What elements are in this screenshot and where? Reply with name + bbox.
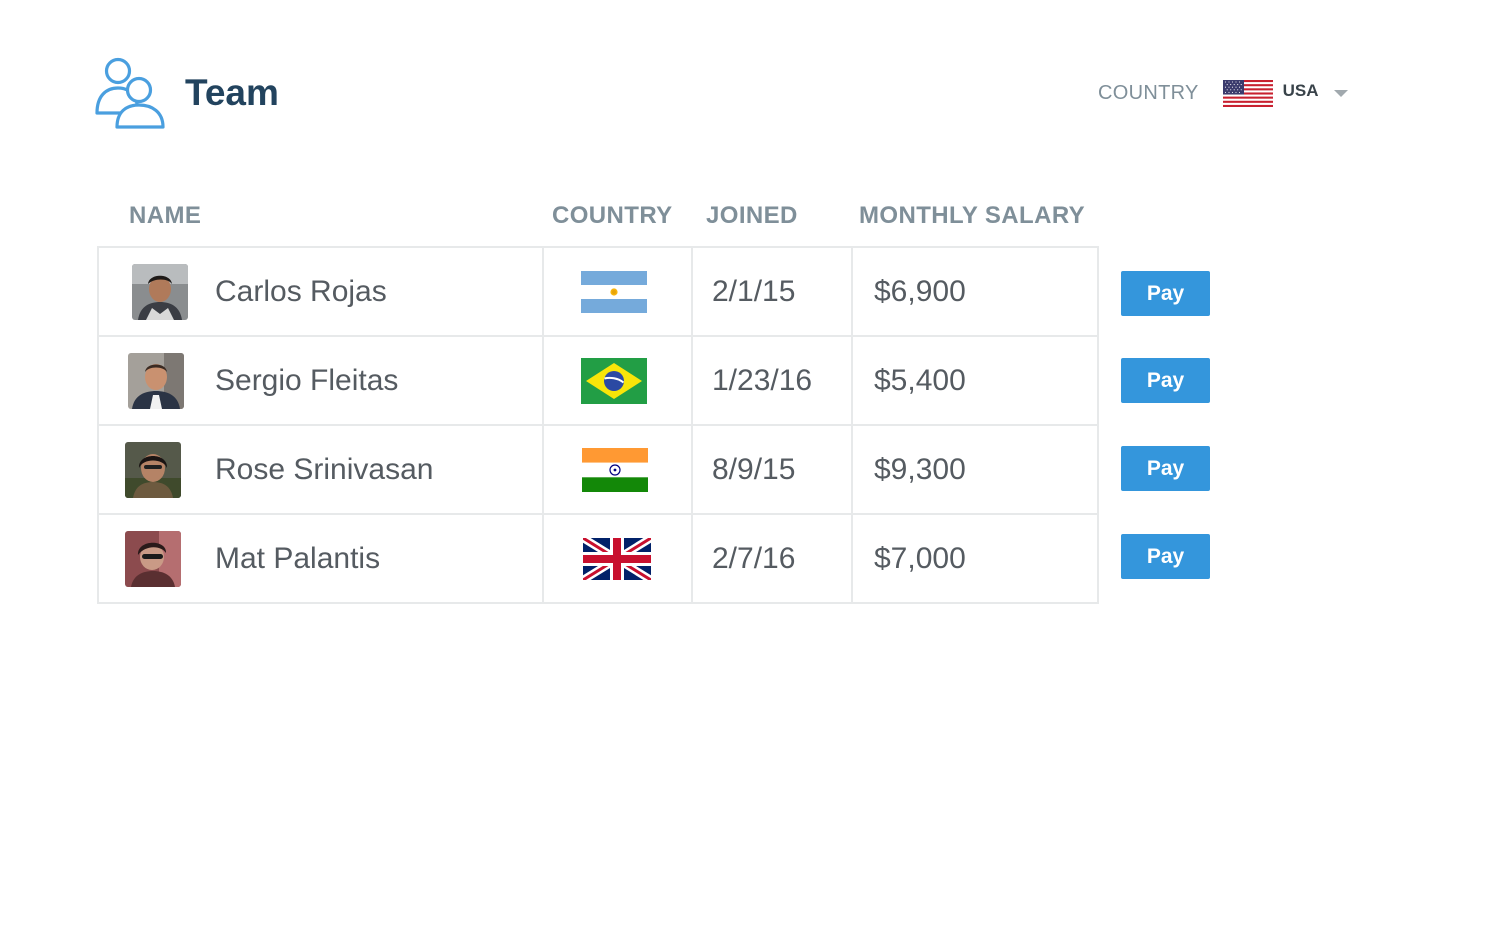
usa-flag-icon (1222, 79, 1273, 107)
country-filter-label: COUNTRY (1098, 81, 1199, 104)
page-header: Team (94, 56, 279, 130)
india-flag-icon (581, 447, 648, 492)
table-row: Sergio Fleitas 1/23/16 $5,400 (99, 337, 1097, 426)
pay-button[interactable]: Pay (1121, 358, 1210, 403)
member-name: Carlos Rojas (215, 274, 387, 308)
salary-cell: $9,300 (851, 426, 1097, 513)
salary-cell: $5,400 (851, 337, 1097, 424)
joined-date: 1/23/16 (712, 363, 813, 397)
chevron-down-icon[interactable] (1333, 89, 1348, 97)
monthly-salary: $5,400 (874, 363, 966, 397)
joined-date: 8/9/15 (712, 452, 796, 486)
team-table: Carlos Rojas 2/1/15 $6,900 Sergio Fleita… (97, 246, 1099, 604)
avatar (125, 530, 181, 587)
column-header-country: COUNTRY (552, 202, 673, 229)
column-header-joined: JOINED (706, 202, 798, 229)
salary-cell: $7,000 (851, 515, 1097, 602)
argentina-flag-icon (580, 270, 647, 313)
joined-cell: 2/1/15 (691, 248, 851, 335)
country-cell (542, 337, 691, 424)
monthly-salary: $9,300 (874, 452, 966, 486)
table-row: Mat Palantis 2/7/16 $7,000 (99, 515, 1097, 604)
country-cell (542, 248, 691, 335)
member-name: Sergio Fleitas (215, 363, 399, 397)
table-header: NAME COUNTRY JOINED MONTHLY SALARY (0, 198, 1486, 234)
name-cell: Rose Srinivasan (99, 426, 542, 513)
joined-cell: 1/23/16 (691, 337, 851, 424)
avatar (128, 352, 184, 409)
avatar (125, 441, 181, 498)
column-header-monthly-salary: MONTHLY SALARY (859, 202, 1086, 229)
name-cell: Carlos Rojas (99, 248, 542, 335)
name-cell: Mat Palantis (99, 515, 542, 602)
member-name: Mat Palantis (215, 541, 381, 575)
joined-cell: 8/9/15 (691, 426, 851, 513)
table-row: Carlos Rojas 2/1/15 $6,900 (99, 248, 1097, 337)
pay-button[interactable]: Pay (1121, 271, 1210, 316)
avatar (132, 263, 188, 320)
table-row: Rose Srinivasan 8/9/15 $9,300 (99, 426, 1097, 515)
name-cell: Sergio Fleitas (99, 337, 542, 424)
country-cell (542, 426, 691, 513)
brazil-flag-icon (580, 357, 647, 404)
users-icon (95, 57, 165, 129)
page-title: Team (185, 72, 279, 113)
salary-cell: $6,900 (851, 248, 1097, 335)
uk-flag-icon (582, 537, 651, 580)
pay-button[interactable]: Pay (1121, 534, 1210, 579)
monthly-salary: $6,900 (874, 274, 966, 308)
country-filter[interactable]: COUNTRY USA (1098, 74, 1348, 112)
pay-button[interactable]: Pay (1121, 446, 1210, 491)
country-cell (542, 515, 691, 602)
column-header-name: NAME (129, 202, 202, 229)
monthly-salary: $7,000 (874, 541, 966, 575)
joined-date: 2/1/15 (712, 274, 796, 308)
selected-country-value: USA (1282, 81, 1319, 100)
member-name: Rose Srinivasan (215, 452, 434, 486)
joined-date: 2/7/16 (712, 541, 796, 575)
joined-cell: 2/7/16 (691, 515, 851, 602)
